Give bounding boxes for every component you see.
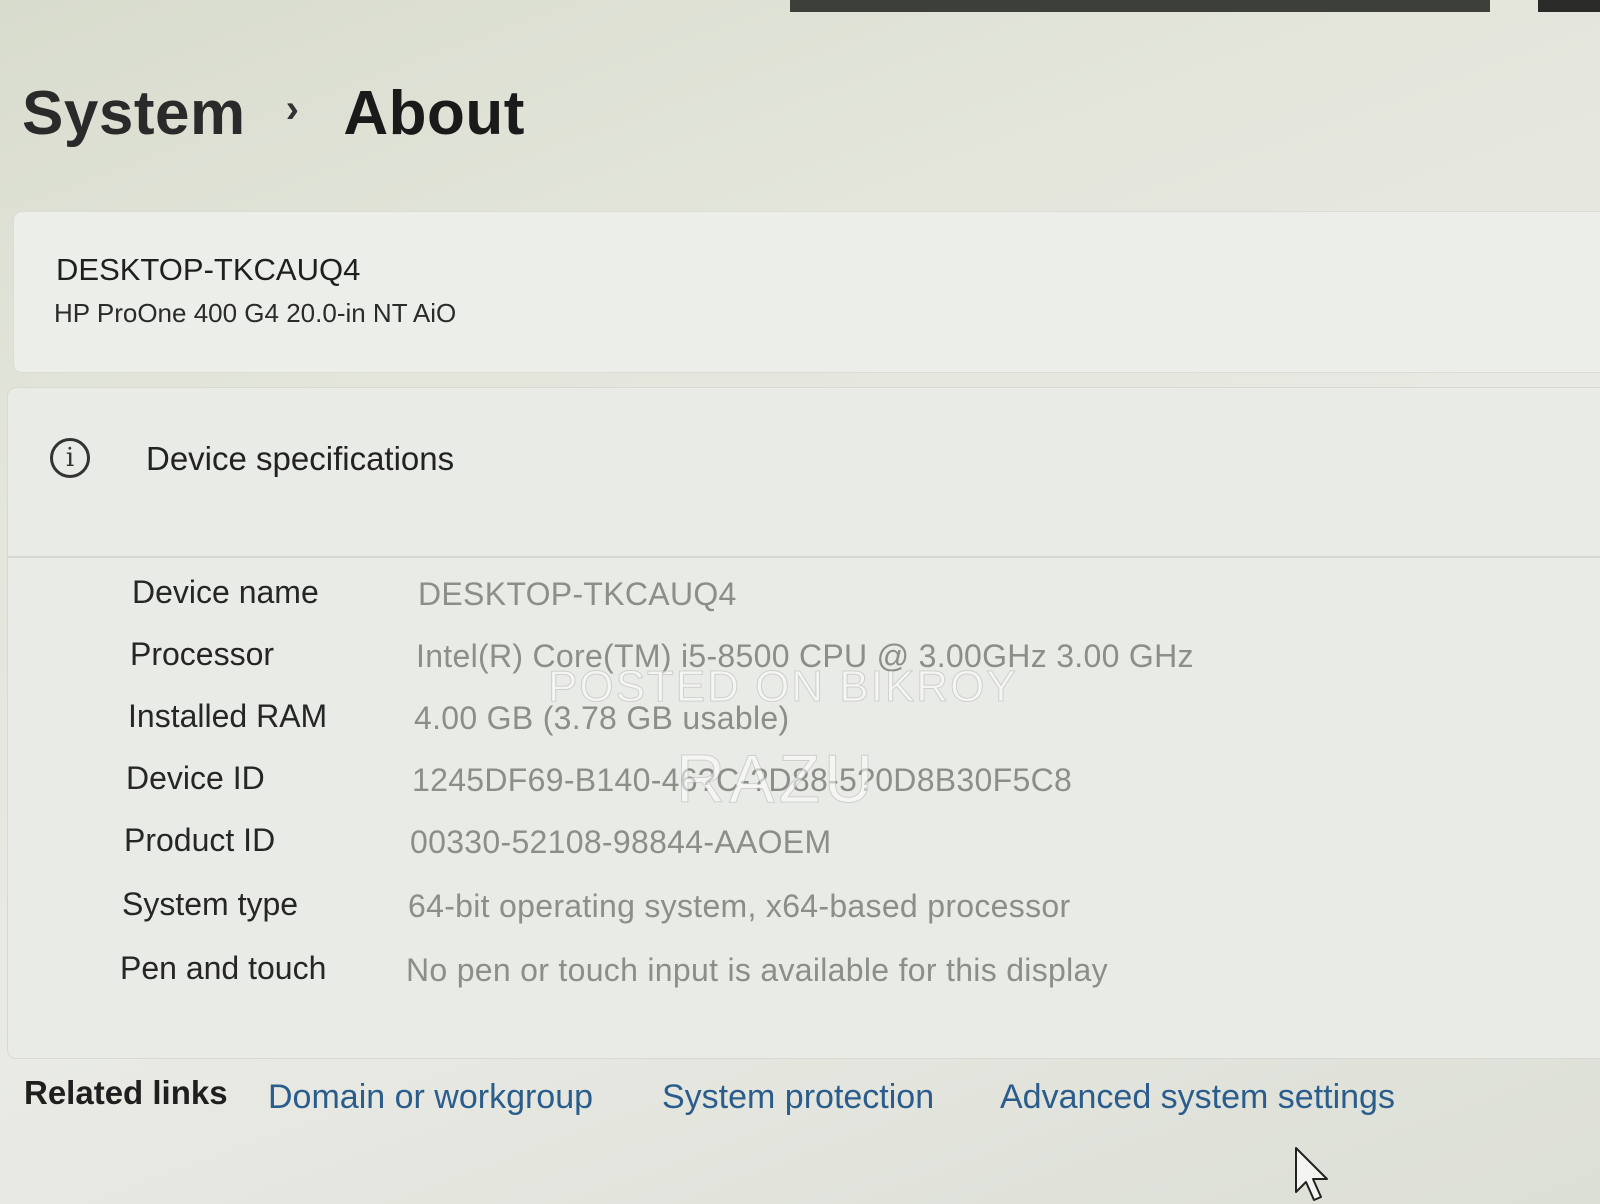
spec-row-pen-and-touch: Pen and touch No pen or touch input is a… <box>8 950 1568 1006</box>
spec-value: DESKTOP-TKCAUQ4 <box>418 576 737 612</box>
spec-value: Intel(R) Core(TM) i5-8500 CPU @ 3.00GHz … <box>416 638 1194 674</box>
device-specifications-title: Device specifications <box>146 440 455 477</box>
monitor-bezel-corner <box>1538 0 1600 12</box>
spec-row-device-id: Device ID 1245DF69-B140-46?C-?D88-5?0D8B… <box>8 760 1568 816</box>
settings-window: System › About DESKTOP-TKCAUQ4 HP ProOne… <box>0 0 1600 1204</box>
device-specifications-card: i Device specifications Device name DESK… <box>8 388 1600 1058</box>
spec-label: Pen and touch <box>120 950 327 986</box>
spec-value: No pen or touch input is available for t… <box>406 952 1108 988</box>
spec-row-system-type: System type 64-bit operating system, x64… <box>8 886 1568 942</box>
breadcrumb-system[interactable]: System <box>22 78 246 149</box>
spec-row-device-name: Device name DESKTOP-TKCAUQ4 <box>8 574 1568 630</box>
advanced-system-settings-link[interactable]: Advanced system settings <box>1000 1078 1395 1117</box>
spec-row-processor: Processor Intel(R) Core(TM) i5-8500 CPU … <box>8 636 1568 692</box>
spec-value: 4.00 GB (3.78 GB usable) <box>414 700 790 736</box>
device-specifications-header[interactable]: i Device specifications <box>8 388 1600 558</box>
monitor-bezel-strip <box>790 0 1490 12</box>
info-icon: i <box>50 438 90 478</box>
spec-row-product-id: Product ID 00330-52108-98844-AAOEM <box>8 822 1568 878</box>
chevron-right-icon: › <box>285 87 300 131</box>
device-name-heading: DESKTOP-TKCAUQ4 <box>56 252 361 287</box>
spec-value: 00330-52108-98844-AAOEM <box>410 824 832 860</box>
system-protection-link[interactable]: System protection <box>662 1078 934 1117</box>
spec-value: 1245DF69-B140-46?C-?D88-5?0D8B30F5C8 <box>412 762 1073 798</box>
spec-label: Processor <box>130 636 275 672</box>
related-links: Related links Domain or workgroup System… <box>24 1074 1584 1134</box>
spec-label: Installed RAM <box>128 698 328 734</box>
spec-label: System type <box>122 886 299 922</box>
page-title: About <box>343 79 525 148</box>
spec-row-installed-ram: Installed RAM 4.00 GB (3.78 GB usable) <box>8 698 1568 754</box>
mouse-cursor-icon <box>1295 1147 1328 1201</box>
spec-label: Product ID <box>124 822 276 858</box>
breadcrumb: System › About <box>22 78 525 149</box>
spec-value: 64-bit operating system, x64-based proce… <box>408 888 1071 924</box>
domain-or-workgroup-link[interactable]: Domain or workgroup <box>268 1078 593 1117</box>
spec-label: Device ID <box>126 760 265 796</box>
related-links-label: Related links <box>24 1074 228 1111</box>
device-model: HP ProOne 400 G4 20.0-in NT AiO <box>54 298 457 328</box>
device-summary-card: DESKTOP-TKCAUQ4 HP ProOne 400 G4 20.0-in… <box>14 212 1600 372</box>
spec-label: Device name <box>132 574 319 610</box>
